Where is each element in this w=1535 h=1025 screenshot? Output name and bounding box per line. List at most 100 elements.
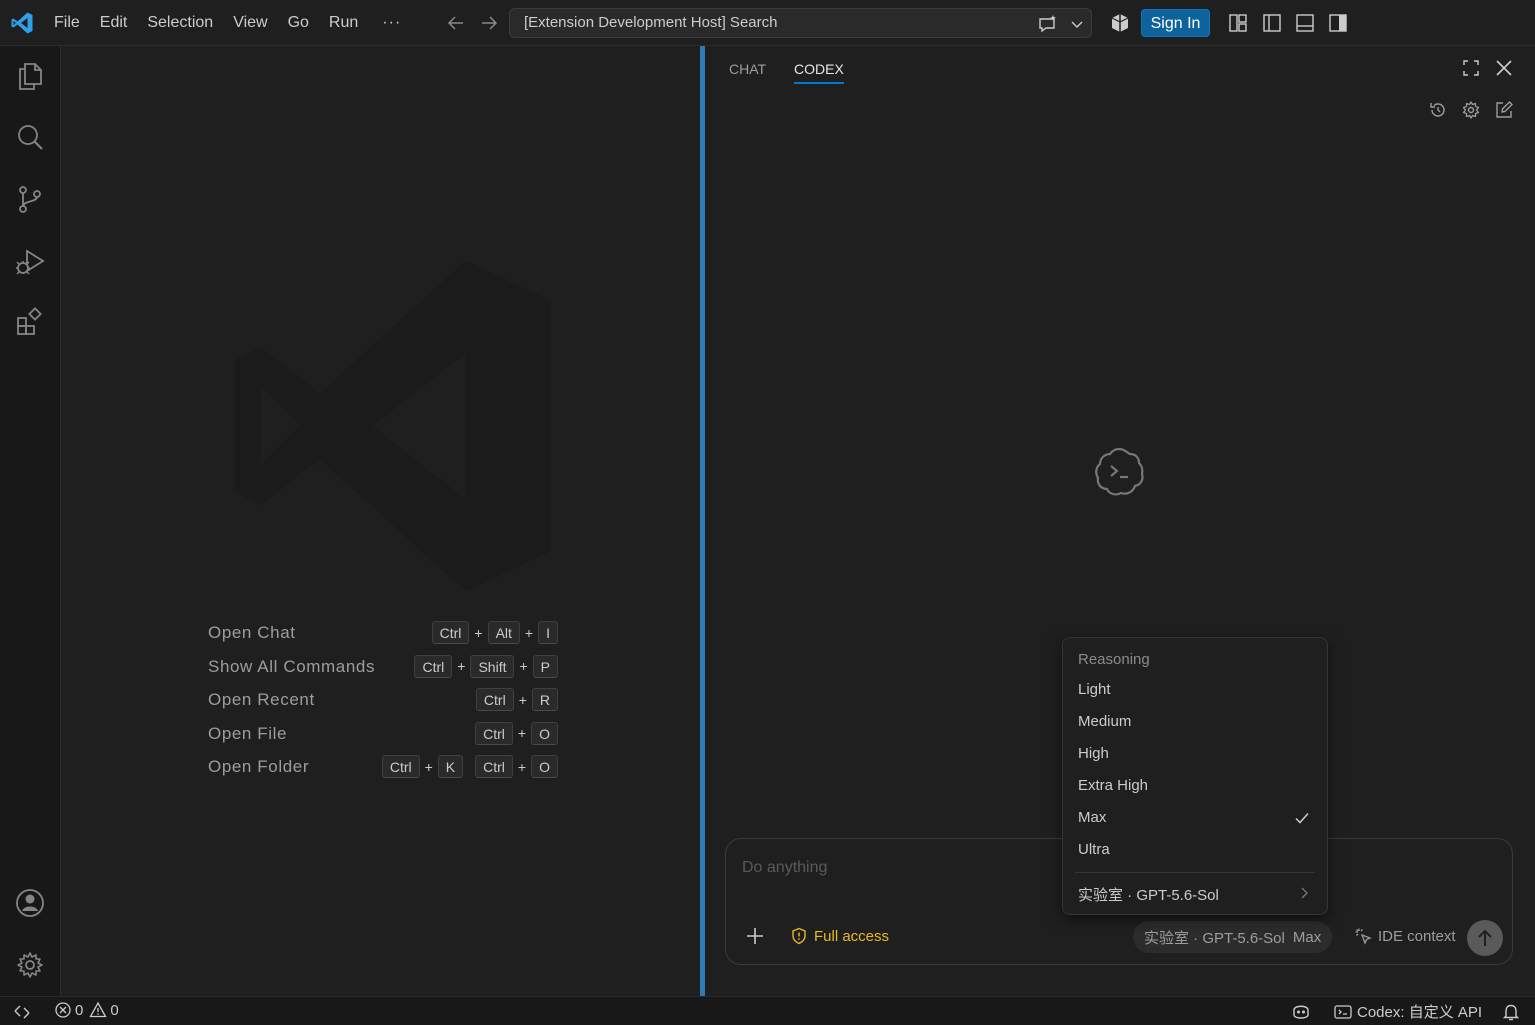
add-attachment-button[interactable] [744,925,766,947]
key-plus: + [424,758,433,775]
toggle-panel-icon[interactable] [1294,12,1316,34]
composer-input[interactable]: Do anything [742,859,827,877]
key: I [538,621,558,644]
account-icon[interactable] [14,887,46,919]
menu-view[interactable]: View [223,8,277,38]
option-label: Max [1078,809,1107,826]
chevron-right-icon [1301,887,1308,899]
checkmark-icon [1295,813,1309,824]
tab-chat[interactable]: CHAT [729,60,766,84]
dropdown-divider [1075,872,1315,873]
history-icon[interactable] [1427,99,1449,121]
reasoning-option-medium[interactable]: Medium [1063,707,1329,739]
notifications-bell-icon[interactable] [1500,1001,1522,1023]
key: Ctrl [475,755,513,779]
key: O [531,755,558,779]
title-bar: File Edit Selection View Go Run ··· [Ext… [0,0,1535,46]
key-plus: + [457,658,466,675]
option-label: High [1078,745,1109,762]
reasoning-option-light[interactable]: Light [1063,675,1329,707]
shortcut-list: Open Chat Ctrl + Alt + I Show All Comman… [208,618,558,786]
reasoning-effort: Max [1292,928,1322,946]
key-plus: + [517,758,527,775]
copilot-agent-icon[interactable] [1109,12,1131,34]
key: O [531,721,558,745]
key: Ctrl [431,621,470,644]
customize-layout-icon[interactable] [1227,12,1249,34]
remote-indicator-icon[interactable] [12,1002,32,1022]
maximize-icon[interactable] [1460,57,1482,79]
shortcut-open-chat[interactable]: Open Chat Ctrl + Alt + I [208,618,558,652]
source-control-icon[interactable] [14,183,46,215]
shortcut-open-folder[interactable]: Open Folder Ctrl + K Ctrl + O [208,752,558,786]
shortcut-label: Show All Commands [208,656,376,676]
menu-run[interactable]: Run [319,8,368,38]
key: Alt [487,621,520,644]
full-access-button[interactable]: Full access [790,925,889,947]
model-selector-button[interactable]: 实验室 · GPT-5.6-Sol Max [1133,921,1333,953]
reasoning-header: Reasoning [1078,651,1150,668]
forward-arrow-icon[interactable] [478,12,500,34]
shield-alert-icon [792,927,806,945]
menu-edit[interactable]: Edit [90,8,138,38]
chevron-down-icon[interactable] [1068,13,1086,35]
menu-more-button[interactable]: ··· [368,14,415,32]
key-plus: + [519,658,528,675]
back-arrow-icon[interactable] [445,12,467,34]
shortcut-keys: Ctrl + O [475,721,558,745]
run-debug-icon[interactable] [14,246,46,278]
settings-gear-icon[interactable] [14,949,46,981]
key-plus: + [524,624,534,641]
arrow-up-icon [1478,929,1492,946]
reasoning-option-extra-high[interactable]: Extra High [1063,771,1329,803]
tab-codex[interactable]: CODEX [794,60,844,84]
chat-sparkle-icon[interactable] [1036,13,1058,35]
close-icon[interactable] [1493,57,1515,79]
error-count: 0 [75,1001,84,1019]
codex-panel: CHAT CODEX Do anything Full access 实验室 ·… [705,46,1535,996]
shortcut-show-all-commands[interactable]: Show All Commands Ctrl + Shift + P [208,652,558,686]
files-icon[interactable] [14,60,46,92]
model-submenu-item[interactable]: 实验室 · GPT-5.6-Sol [1063,878,1329,910]
reasoning-option-max[interactable]: Max [1063,803,1329,835]
menu-go[interactable]: Go [278,8,319,38]
extensions-icon[interactable] [14,306,46,338]
cursor-sparkle-icon [1355,928,1372,945]
codex-logo-icon [1095,447,1144,496]
shortcut-keys: Ctrl + K Ctrl + O [381,755,558,779]
shortcut-label: Open Folder [208,757,310,777]
editor-empty-state: Open Chat Ctrl + Alt + I Show All Comman… [61,46,700,996]
key: Shift [470,654,515,678]
toggle-secondary-sidebar-icon[interactable] [1327,12,1349,34]
full-access-label: Full access [814,927,890,945]
shortcut-label: Open Chat [208,623,296,642]
problems-status[interactable]: 0 0 [54,1001,125,1019]
key-plus: + [518,691,527,708]
ide-context-toggle[interactable]: IDE context [1354,925,1456,947]
key: Ctrl [381,755,420,779]
shortcut-open-file[interactable]: Open File Ctrl + O [208,719,558,753]
toggle-primary-sidebar-icon[interactable] [1261,12,1283,34]
shortcut-label: Open File [208,723,288,743]
codex-status-item[interactable]: Codex: 自定义 API [1333,1001,1482,1022]
command-center-search[interactable]: [Extension Development Host] Search [509,8,1092,38]
submenu-label: 实验室 · GPT-5.6-Sol [1078,887,1219,904]
settings-icon[interactable] [1460,99,1482,121]
menu-bar: File Edit Selection View Go Run ··· [44,0,415,46]
reasoning-option-high[interactable]: High [1063,739,1329,771]
shortcut-open-recent[interactable]: Open Recent Ctrl + R [208,685,558,719]
menu-file[interactable]: File [44,8,90,38]
codex-api-icon [1334,1004,1352,1019]
new-chat-edit-icon[interactable] [1493,99,1515,121]
reasoning-option-ultra[interactable]: Ultra [1063,835,1329,867]
send-button[interactable] [1467,920,1503,956]
shortcut-keys: Ctrl + Alt + I [431,621,558,644]
shortcut-keys: Ctrl + Shift + P [414,654,558,678]
option-label: Extra High [1078,777,1149,794]
search-icon[interactable] [14,122,46,154]
menu-selection[interactable]: Selection [137,8,223,38]
copilot-status-icon[interactable] [1290,1001,1312,1023]
vscode-watermark-icon [234,261,551,591]
sign-in-button[interactable]: Sign In [1141,9,1210,37]
option-label: Light [1078,681,1111,698]
